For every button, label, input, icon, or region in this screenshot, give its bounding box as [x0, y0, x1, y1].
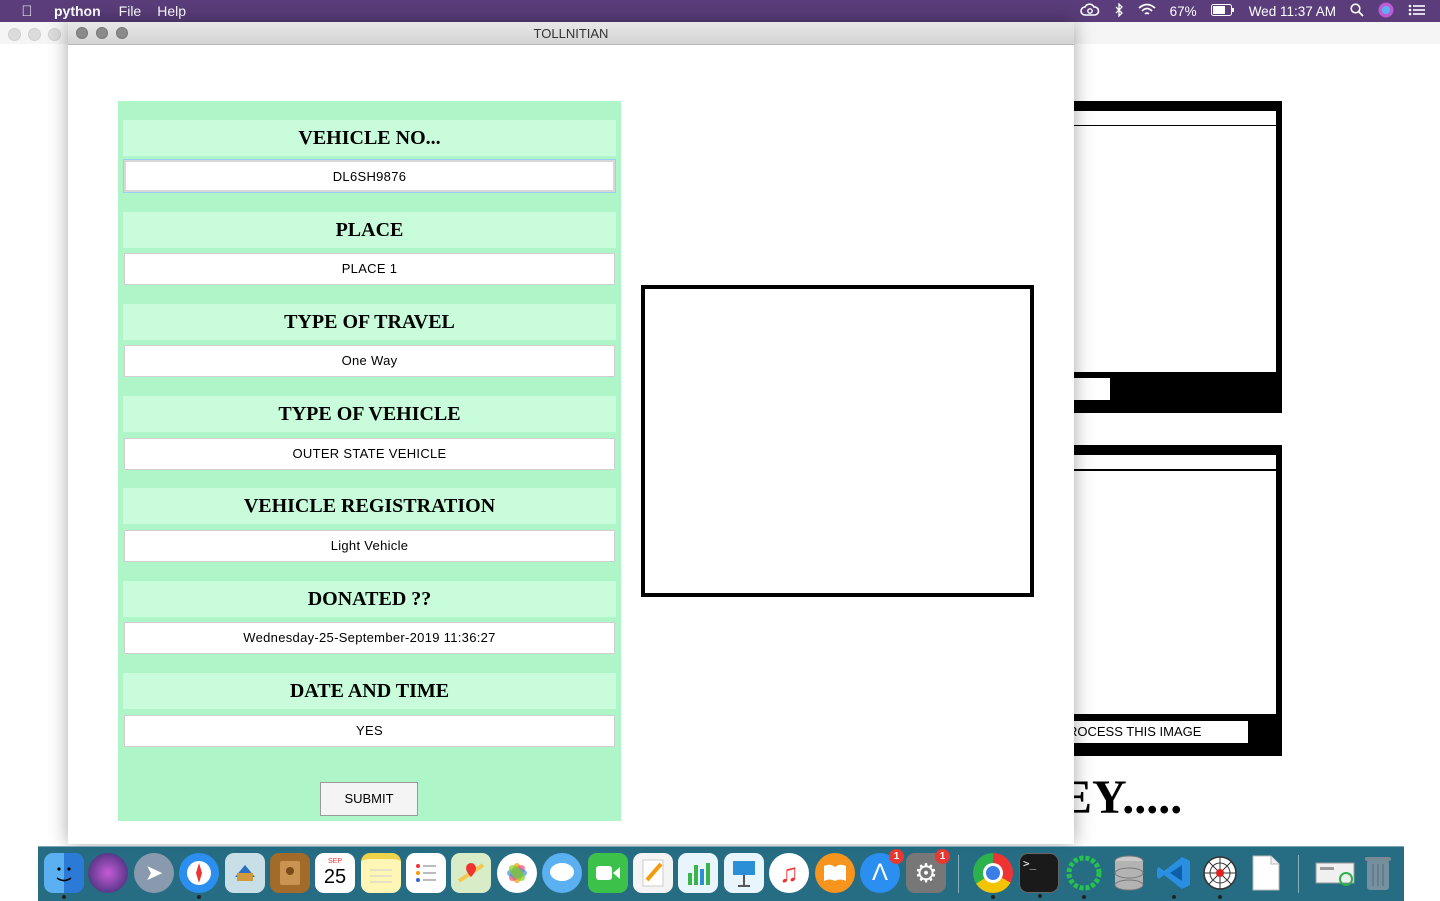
- reminders-icon[interactable]: [406, 853, 446, 893]
- numbers-icon[interactable]: [678, 853, 718, 893]
- vehicle-form: VEHICLE NO... DL6SH9876 PLACE PLACE 1 TY…: [118, 101, 621, 821]
- type-of-vehicle-label: TYPE OF VEHICLE: [123, 396, 616, 432]
- calendar-day: 25: [323, 866, 347, 888]
- bg-panel-strip: [1060, 111, 1276, 125]
- contacts-book-icon[interactable]: [270, 853, 310, 893]
- bg-minimize-button[interactable]: [28, 28, 41, 41]
- calendar-icon[interactable]: SEP 25: [315, 853, 355, 893]
- green-ring-app-icon[interactable]: [1064, 853, 1104, 899]
- bluetooth-icon[interactable]: [1114, 1, 1124, 20]
- messages-icon[interactable]: [542, 853, 582, 893]
- menu-clock[interactable]: Wed 11:37 AM: [1249, 4, 1336, 19]
- vehicle-no-input[interactable]: DL6SH9876: [123, 159, 616, 193]
- app-store-badge: 1: [889, 849, 904, 864]
- battery-icon[interactable]: [1210, 3, 1235, 19]
- submit-button[interactable]: SUBMIT: [320, 782, 418, 816]
- bg-close-button[interactable]: [8, 28, 21, 41]
- window-title: TOLLNITIAN: [533, 26, 609, 41]
- battery-percent[interactable]: 67%: [1170, 4, 1197, 19]
- date-and-time-label: DATE AND TIME: [123, 673, 616, 709]
- type-of-vehicle-input[interactable]: OUTER STATE VEHICLE: [124, 438, 615, 470]
- notification-center-icon[interactable]: [1408, 3, 1426, 20]
- launchpad-rocket-icon[interactable]: ➤: [134, 853, 174, 893]
- siri-icon[interactable]: [88, 853, 128, 893]
- dock: ➤ SEP 25 ♫ Λ 1 ⚙ 1 >_: [38, 846, 1404, 901]
- facetime-icon[interactable]: [588, 853, 628, 893]
- trash-icon[interactable]: [1358, 853, 1398, 893]
- app-menu-python[interactable]: python: [54, 3, 101, 19]
- app-store-icon[interactable]: Λ 1: [860, 849, 904, 893]
- notes-icon[interactable]: [361, 853, 401, 893]
- main-window: TOLLNITIAN VEHICLE NO... DL6SH9876 PLACE…: [68, 22, 1074, 844]
- document-file-icon[interactable]: [1246, 853, 1286, 893]
- place-input[interactable]: PLACE 1: [124, 253, 615, 285]
- system-preferences-gear-icon[interactable]: ⚙ 1: [906, 849, 950, 893]
- menu-help[interactable]: Help: [157, 3, 186, 19]
- apple-icon[interactable]: : [0, 3, 54, 20]
- dock-separator: [1298, 855, 1299, 893]
- books-icon[interactable]: [815, 853, 855, 893]
- system-preferences-badge: 1: [935, 849, 950, 864]
- type-of-travel-label: TYPE OF TRAVEL: [123, 304, 616, 340]
- calendar-month: SEP: [327, 858, 342, 865]
- wifi-icon[interactable]: [1138, 3, 1156, 20]
- bg-image-area: [1060, 471, 1276, 714]
- keynote-icon[interactable]: [724, 853, 764, 893]
- dock-separator: [958, 855, 959, 893]
- date-and-time-input[interactable]: YES: [124, 715, 615, 747]
- spider-web-app-icon[interactable]: [1200, 853, 1240, 899]
- menu-bar:  python File Help 67% Wed 11:37 AM: [0, 0, 1440, 22]
- mail-stamp-icon[interactable]: [225, 853, 265, 893]
- vehicle-no-label: VEHICLE NO...: [123, 120, 616, 156]
- process-image-button[interactable]: ROCESS THIS IMAGE: [1060, 721, 1248, 743]
- vehicle-registration-label: VEHICLE REGISTRATION: [123, 488, 616, 524]
- background-image-panel-1: [1060, 101, 1282, 413]
- photos-icon[interactable]: [497, 853, 537, 893]
- menu-file[interactable]: File: [119, 3, 142, 19]
- type-of-travel-input[interactable]: One Way: [124, 345, 615, 377]
- maps-icon[interactable]: [451, 853, 491, 893]
- downloads-stack-icon[interactable]: [1313, 853, 1357, 893]
- image-preview-box: [641, 285, 1034, 597]
- vehicle-registration-input[interactable]: Light Vehicle: [124, 530, 615, 562]
- background-image-panel-2: ROCESS THIS IMAGE: [1060, 445, 1282, 756]
- vscode-icon[interactable]: [1154, 853, 1194, 899]
- itunes-music-icon[interactable]: ♫: [769, 853, 809, 893]
- bg-zoom-button[interactable]: [48, 28, 61, 41]
- donated-input[interactable]: Wednesday-25-September-2019 11:36:27: [124, 622, 615, 654]
- background-heading: EY.....: [1060, 771, 1183, 824]
- pages-icon[interactable]: [633, 853, 673, 893]
- bg-panel-strip: [1060, 455, 1276, 469]
- safari-compass-icon[interactable]: [179, 853, 219, 899]
- creative-cloud-icon[interactable]: [1079, 2, 1100, 20]
- siri-icon[interactable]: [1378, 2, 1394, 21]
- chrome-icon[interactable]: [973, 853, 1013, 899]
- spotlight-search-icon[interactable]: [1350, 2, 1364, 20]
- donated-label: DONATED ??: [123, 581, 616, 617]
- bg-image-area: [1060, 126, 1276, 372]
- place-label: PLACE: [123, 212, 616, 248]
- database-icon[interactable]: [1109, 853, 1149, 893]
- finder-icon[interactable]: [44, 853, 84, 899]
- terminal-prompt: >_: [1023, 857, 1037, 870]
- window-titlebar[interactable]: TOLLNITIAN: [68, 22, 1074, 45]
- terminal-icon[interactable]: >_: [1019, 853, 1059, 898]
